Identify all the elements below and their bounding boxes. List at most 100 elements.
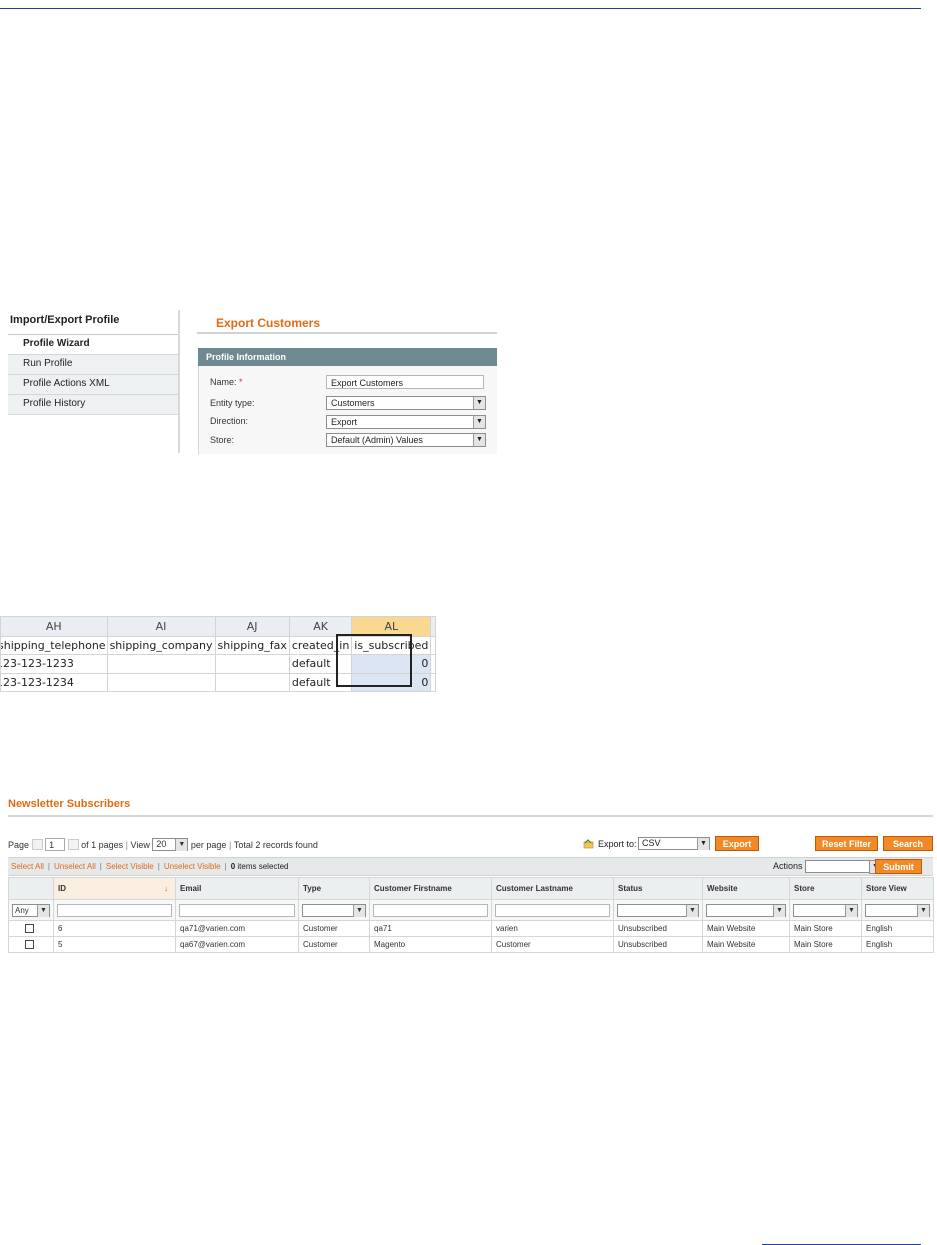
table-cell: Main Website [702, 920, 790, 937]
table-cell: varien [491, 920, 614, 937]
separator: | [99, 862, 102, 871]
lastname-filter-input[interactable] [495, 903, 610, 917]
filter-cell: ▼ [613, 899, 703, 921]
sidebar-item-profile-history[interactable]: Profile History [8, 395, 180, 415]
entity-type-label: Entity type: [210, 398, 255, 408]
unselect-visible-link[interactable]: Unselect Visible [164, 862, 221, 871]
column-header-website[interactable]: Website [702, 877, 790, 900]
view-label: View [130, 839, 150, 850]
cell[interactable] [106, 672, 216, 692]
store-view-filter-select[interactable]: ▼ [865, 903, 930, 917]
website-filter-select[interactable]: ▼ [706, 903, 786, 917]
filter-cell [369, 899, 492, 921]
email-filter-input[interactable] [179, 903, 295, 917]
cell[interactable] [214, 672, 290, 692]
export-format-select[interactable]: CSV ▼ [638, 837, 710, 850]
row-checkbox-cell [8, 936, 54, 953]
column-header-type[interactable]: Type [298, 877, 370, 900]
export-to-label: Export to: [598, 839, 637, 849]
chevron-down-icon: ▼ [686, 904, 698, 917]
table-row: 5 qa67@varien.com Customer Magento Custo… [8, 936, 934, 953]
name-field[interactable]: Export Customers [326, 375, 484, 389]
actions-label: Actions [773, 861, 803, 871]
cell[interactable] [214, 654, 290, 674]
name-label: Name: * [210, 377, 243, 387]
status-filter-select[interactable]: ▼ [617, 903, 699, 917]
direction-select[interactable]: Export ▼ [326, 415, 486, 429]
table-cell: Magento [369, 936, 492, 953]
per-page-select[interactable]: 20 ▼ [152, 838, 189, 851]
massaction-filter-select[interactable]: Any ▼ [12, 903, 50, 917]
row-checkbox[interactable] [25, 924, 34, 934]
cell[interactable] [430, 672, 437, 692]
store-label: Store: [210, 435, 235, 445]
column-header-lastname[interactable]: Customer Lastname [491, 877, 614, 900]
column-header-store[interactable]: Store [789, 877, 862, 900]
cell[interactable] [430, 635, 437, 656]
table-cell: Main Store [789, 936, 862, 953]
table-cell: Customer [298, 936, 370, 953]
separator: | [228, 839, 232, 850]
chevron-down-icon: ▼ [773, 904, 785, 917]
submit-button[interactable]: Submit [875, 859, 922, 874]
export-format-value: CSV [642, 838, 661, 848]
cell[interactable]: shipping_fax [214, 635, 290, 656]
unselect-all-link[interactable]: Unselect All [54, 862, 96, 871]
cell[interactable] [106, 654, 216, 674]
store-select[interactable]: Default (Admin) Values ▼ [326, 433, 486, 447]
table-cell: English [861, 920, 934, 937]
cell[interactable]: 123-123-1233 [0, 654, 108, 674]
sort-down-icon: ↓ [164, 884, 168, 893]
sidebar-item-profile-actions-xml[interactable]: Profile Actions XML [8, 375, 180, 395]
reset-filter-button[interactable]: Reset Filter [815, 836, 878, 851]
title-divider [197, 332, 497, 334]
store-filter-select[interactable]: ▼ [793, 903, 858, 917]
chevron-down-icon: ▼ [697, 838, 709, 850]
prev-page-icon[interactable] [31, 839, 43, 850]
table-cell: qa71@varien.com [175, 920, 299, 937]
filter-cell [175, 899, 299, 921]
export-button[interactable]: Export [715, 836, 759, 851]
cell[interactable]: shipping_telephone [0, 635, 108, 656]
column-header-firstname[interactable]: Customer Firstname [369, 877, 492, 900]
table-row: 6 qa71@varien.com Customer qa71 varien U… [8, 920, 934, 937]
profile-sidebar: Import/Export Profile Profile Wizard Run… [8, 310, 180, 415]
row-checkbox[interactable] [25, 940, 34, 950]
selected-count: 0 [230, 862, 236, 871]
cell[interactable]: shipping_company [106, 635, 216, 656]
page-label: Page [8, 839, 30, 850]
title-divider [8, 815, 933, 817]
entity-type-value: Customers [331, 398, 375, 408]
column-header[interactable]: AH [0, 616, 108, 637]
required-marker: * [239, 377, 243, 387]
page-top-rule [0, 8, 921, 9]
select-all-link[interactable]: Select All [8, 862, 44, 871]
sidebar-item-run-profile[interactable]: Run Profile [8, 355, 180, 375]
chevron-down-icon: ▼ [473, 397, 485, 409]
next-page-icon[interactable] [67, 839, 79, 850]
column-header[interactable]: AI [106, 616, 216, 637]
chevron-down-icon: ▼ [353, 904, 365, 917]
direction-label: Direction: [210, 416, 249, 426]
select-visible-link[interactable]: Select Visible [106, 862, 154, 871]
column-header[interactable]: AJ [214, 616, 290, 637]
table-cell: Main Website [702, 936, 790, 953]
store-value: Default (Admin) Values [331, 435, 423, 445]
type-filter-select[interactable]: ▼ [302, 903, 366, 917]
chevron-down-icon: ▼ [473, 434, 485, 446]
firstname-filter-input[interactable] [373, 903, 488, 917]
column-header-store-view[interactable]: Store View [861, 877, 934, 900]
column-header-email[interactable]: Email [175, 877, 299, 900]
table-cell: qa71 [369, 920, 492, 937]
column-header-status[interactable]: Status [613, 877, 703, 900]
cell[interactable] [430, 654, 437, 674]
chevron-down-icon: ▼ [473, 416, 485, 428]
id-filter-input[interactable] [57, 903, 172, 917]
actions-select[interactable]: ▼ [805, 860, 882, 874]
entity-type-select[interactable]: Customers ▼ [326, 396, 486, 410]
page-input[interactable]: 1 [45, 838, 66, 851]
cell[interactable]: 123-123-1234 [0, 672, 108, 692]
search-button[interactable]: Search [883, 836, 933, 851]
sidebar-item-profile-wizard[interactable]: Profile Wizard [8, 335, 180, 355]
column-header-id[interactable]: ID ↓ [53, 877, 176, 900]
